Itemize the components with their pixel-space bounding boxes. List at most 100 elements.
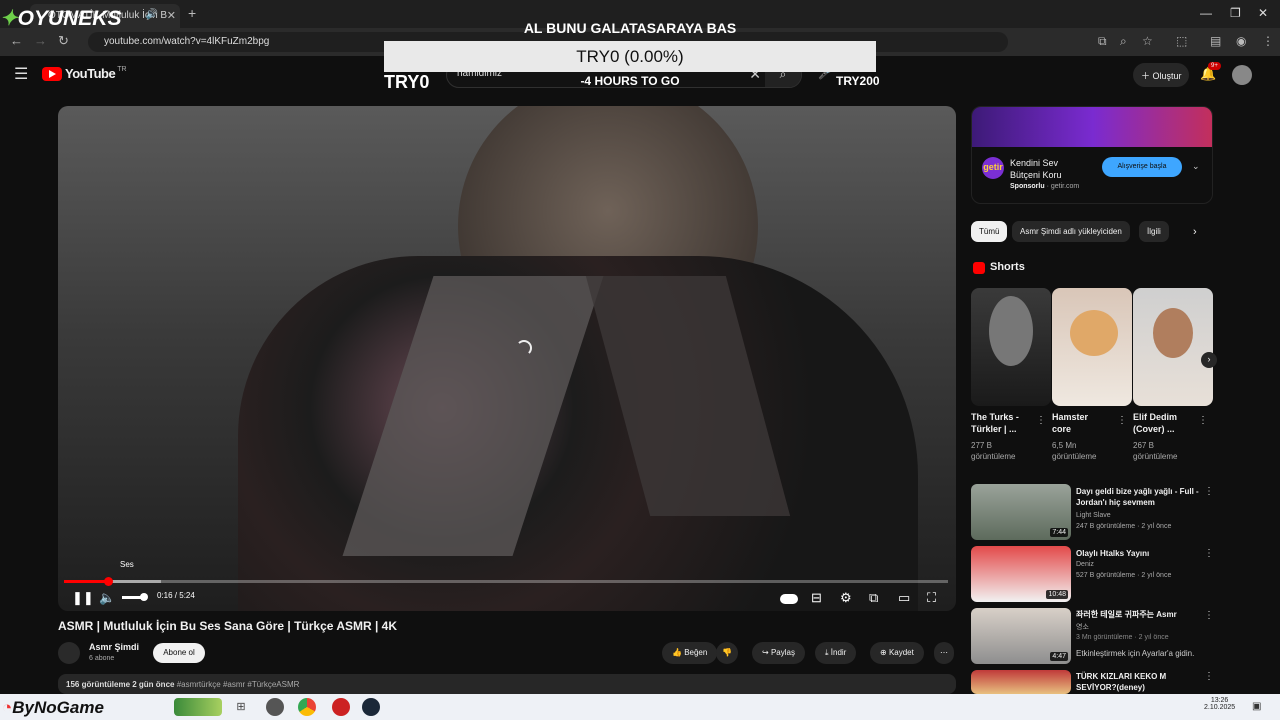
subscribe-button[interactable]: Abone ol [153,643,205,663]
short-menu-icon[interactable]: ⋮ [1036,415,1046,426]
maximize-icon[interactable]: ❐ [1230,6,1241,20]
short-views-count: 6,5 Mn [1052,441,1077,450]
volume-handle[interactable] [139,593,148,601]
short-thumbnail[interactable] [1133,288,1213,406]
related-channel[interactable]: Deniz [1076,561,1094,568]
chevron-down-icon[interactable]: ⌄ [1192,161,1200,172]
duration-badge: 10:48 [1046,590,1068,599]
related-thumbnail[interactable]: 7:44 [971,484,1071,540]
fullscreen-icon[interactable]: ⛶ [927,590,936,606]
short-menu-icon[interactable]: ⋮ [1117,415,1127,426]
related-title[interactable]: TÜRK KIZLARI KEKO M SEVİYOR?(deney) [1076,671,1200,693]
related-channel[interactable]: Light Slave [1076,512,1111,519]
miniplayer-icon[interactable]: ⧉ [869,590,878,606]
short-views: 277 B görüntüleme [971,440,1041,462]
chip-related[interactable]: İlgili [1139,221,1169,242]
zoom-icon[interactable]: ⌕ [1120,34,1127,49]
related-thumbnail[interactable] [971,670,1071,694]
ad-title-line2: Bütçeni Koru [1010,170,1062,180]
related-menu-icon[interactable]: ⋮ [1204,610,1214,621]
progress-bar[interactable] [64,577,948,586]
notification-center-icon[interactable]: ▣ [1252,701,1261,712]
pause-icon[interactable]: ❚❚ [72,590,94,606]
close-window-icon[interactable]: ✕ [1258,6,1268,20]
task-view-icon[interactable]: ⊞ [232,698,250,716]
related-title[interactable]: Olaylı Htalks Yayını [1076,548,1200,559]
cast-icon[interactable]: ⧉ [1098,34,1107,49]
chevron-right-icon[interactable]: › [1201,352,1217,368]
forward-icon[interactable]: → [34,33,47,48]
related-meta: 527 B görüntüleme · 2 yıl önce [1076,572,1172,579]
short-views-count: 277 B [971,441,992,450]
autoplay-toggle[interactable] [780,594,798,604]
app-icon[interactable] [266,698,284,716]
short-title-line1: Hamster [1052,412,1089,422]
close-tab-icon[interactable]: ✕ [167,9,176,22]
short-thumbnail[interactable] [971,288,1051,406]
browser-menu-icon[interactable]: ⋮ [1262,34,1274,48]
ad-cta-button[interactable]: Alışverişe başla [1102,157,1182,177]
related-menu-icon[interactable]: ⋮ [1204,671,1214,682]
scrubber-handle[interactable] [104,577,114,586]
related-thumbnail[interactable]: 4:47 [971,608,1071,664]
short-title[interactable]: Hamster core [1052,411,1122,435]
bookmark-star-icon[interactable]: ☆ [1142,34,1153,48]
settings-gear-icon[interactable]: ⚙ [840,590,852,606]
hashtags[interactable]: #asmrtürkçe #asmr #TürkçeASMR [177,680,300,689]
clock-time: 13:26 [1210,697,1229,704]
dislike-button[interactable]: 👎 [716,642,738,664]
related-menu-icon[interactable]: ⋮ [1204,548,1214,559]
speaker-icon[interactable]: 🔊 [146,9,158,20]
sidebar-icon[interactable]: ▤ [1210,34,1221,48]
related-title[interactable]: 좌러한 테일로 귀파주는 Asmr [1076,609,1200,620]
youtube-logo[interactable]: YouTube TR [42,66,127,81]
app-icon-red[interactable] [332,698,350,716]
chevron-right-icon[interactable]: › [1193,226,1197,238]
shorts-heading: Shorts [990,261,1025,273]
related-thumbnail[interactable]: 10:48 [971,546,1071,602]
ad-banner-image[interactable] [972,107,1212,147]
more-actions-icon[interactable]: ⋯ [934,642,954,664]
related-channel[interactable]: 영소 [1076,622,1089,632]
duration-badge: 7:44 [1050,528,1068,537]
minimize-icon[interactable]: — [1200,6,1212,20]
profile-icon[interactable]: ◉ [1236,34,1246,48]
description-box[interactable]: 156 görüntüleme 2 gün önce #asmrtürkçe #… [58,674,956,694]
save-button[interactable]: ⊕ Kaydet [870,642,924,664]
landscape-widget-icon[interactable] [174,698,222,716]
chrome-icon[interactable] [298,698,316,716]
related-menu-icon[interactable]: ⋮ [1204,486,1214,497]
create-button[interactable]: ＋ Oluştur [1133,63,1189,87]
channel-avatar[interactable] [58,642,80,664]
time-display: 0:16 / 5:24 [157,591,195,600]
short-title[interactable]: Elif Dedim (Cover) ... [1133,411,1203,435]
share-button[interactable]: ↪ Paylaş [752,642,805,664]
short-thumbnail[interactable] [1052,288,1132,406]
chip-from-uploader[interactable]: Asmr Şimdi adlı yükleyiciden [1012,221,1130,242]
channel-name[interactable]: Asmr Şimdi [89,642,139,652]
reload-icon[interactable]: ↻ [58,33,69,49]
youtube-wordmark: YouTube [65,66,116,81]
steam-icon[interactable] [362,698,380,716]
ad-title-line1: Kendini Sev [1010,158,1059,168]
download-button[interactable]: ⤓ İndir [815,642,857,664]
sponsored-ad-card[interactable]: getir Kendini Sev Bütçeni Koru Sponsorlu … [971,106,1213,204]
country-code: TR [117,66,127,73]
volume-icon[interactable]: 🔈 [99,590,115,606]
related-title[interactable]: Dayı geldi bize yağlı yağlı - Full - Jor… [1076,486,1200,508]
short-menu-icon[interactable]: ⋮ [1198,415,1208,426]
hamburger-menu-icon[interactable]: ☰ [14,64,28,84]
shorts-icon [973,262,985,274]
subtitles-icon[interactable]: ⊟ [811,590,822,606]
new-tab-icon[interactable]: + [188,5,196,21]
related-meta: 247 B görüntüleme · 2 yıl önce [1076,523,1172,530]
taskbar-clock[interactable]: 13:26 2.10.2025 [1204,697,1235,711]
theater-mode-icon[interactable]: ▭ [898,590,910,606]
video-player[interactable]: Ses ❚❚ 🔈 0:16 / 5:24 ⊟ ⚙ ⧉ ▭ ⛶ [58,106,956,611]
account-avatar[interactable] [1232,65,1252,85]
back-icon[interactable]: ← [10,33,23,48]
extensions-icon[interactable]: ⬚ [1176,34,1187,48]
short-title[interactable]: The Turks - Türkler | ... [971,411,1041,435]
chip-all[interactable]: Tümü [971,221,1008,242]
like-button[interactable]: 👍 Beğen [662,642,718,664]
